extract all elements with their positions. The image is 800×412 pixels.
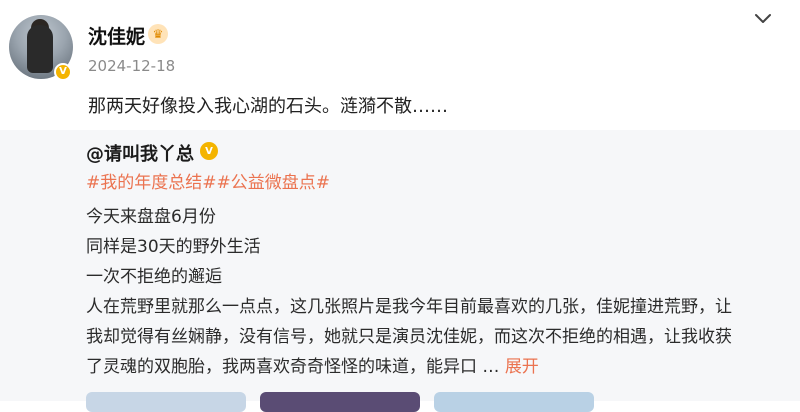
repost-card: @请叫我丫总 V #我的年度总结##公益微盘点# 今天来盘盘6月份 同样是30天… — [0, 130, 800, 401]
post-card: V 沈佳妮 ♛ 2024-12-18 那两天好像投入我心湖的石头。涟漪不散…… — [0, 0, 800, 130]
image-thumbnail[interactable] — [434, 392, 594, 412]
expand-link[interactable]: 展开 — [505, 357, 539, 377]
repost-handle[interactable]: @请叫我丫总 — [86, 140, 194, 166]
repost-line-4: 人在荒野里就那么一点点，这几张照片是我今年目前最喜欢的几张，佳妮撞进荒野，让 — [86, 297, 732, 317]
repost-line-2: 同样是30天的野外生活 — [86, 237, 261, 257]
author-name[interactable]: 沈佳妮 — [88, 22, 145, 49]
image-thumbnail[interactable] — [86, 392, 246, 412]
repost-line-1: 今天来盘盘6月份 — [86, 207, 216, 227]
image-thumbnail[interactable] — [260, 392, 420, 412]
chevron-down-icon[interactable] — [754, 12, 772, 26]
hashtags[interactable]: #我的年度总结##公益微盘点# — [86, 168, 330, 193]
repost-line-6-text: 了灵魂的双胞胎，我两喜欢奇奇怪怪的味道，能异口 … — [86, 357, 500, 377]
repost-line-3: 一次不拒绝的邂逅 — [86, 267, 222, 287]
avatar-figure — [27, 25, 53, 73]
crown-icon: ♛ — [148, 24, 168, 44]
post-date: 2024-12-18 — [88, 57, 176, 75]
repost-line-6: 了灵魂的双胞胎，我两喜欢奇奇怪怪的味道，能异口 … 展开 — [86, 352, 539, 377]
repost-line-5: 我却觉得有丝娴静，没有信号，她就只是演员沈佳妮，而这次不拒绝的相遇，让我收获 — [86, 327, 732, 347]
verified-badge-icon: V — [54, 63, 72, 81]
post-content: 那两天好像投入我心湖的石头。涟漪不散…… — [88, 96, 448, 117]
repost-verified-badge-icon: V — [200, 142, 218, 160]
